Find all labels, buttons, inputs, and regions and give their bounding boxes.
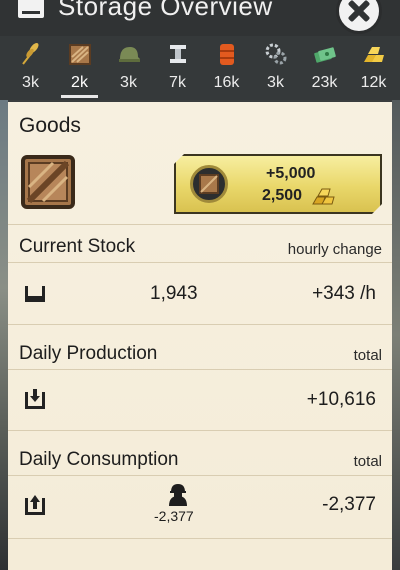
- wheat-icon: [21, 43, 38, 65]
- iron-beam-icon: [169, 45, 186, 63]
- soldier-icon: [169, 484, 187, 506]
- daily-production-title: Daily Production: [19, 343, 158, 364]
- tab-fuel-value: 16k: [213, 74, 240, 91]
- tab-money-value: 23k: [311, 74, 338, 91]
- current-stock-title: Current Stock: [19, 236, 136, 257]
- goods-title: Goods: [19, 114, 81, 137]
- helmet-icon: [118, 47, 140, 62]
- consumption-total-value: -2,377: [322, 494, 376, 515]
- storage-icon: [25, 286, 45, 302]
- close-button[interactable]: [336, 0, 382, 34]
- hourly-change-label: hourly change: [287, 241, 382, 258]
- background-left: [0, 100, 8, 570]
- background-right: [392, 100, 400, 570]
- consumption-icon: [25, 495, 45, 515]
- consumption-total-label: total: [353, 453, 382, 470]
- production-icon: [25, 389, 45, 409]
- tab-goods-value: 2k: [71, 74, 88, 91]
- crate-icon: [21, 155, 75, 209]
- hourly-change-value: +343 /h: [312, 283, 376, 304]
- tab-parts-value: 3k: [267, 74, 284, 91]
- divider: [8, 475, 392, 476]
- tab-gold-value: 12k: [360, 74, 387, 91]
- buy-cost: 2,500: [262, 187, 303, 204]
- tab-iron[interactable]: 7k: [153, 36, 202, 100]
- gold-bars-icon: [363, 47, 384, 62]
- window-title: Storage Overview: [58, 0, 273, 21]
- divider: [8, 538, 392, 539]
- divider: [8, 224, 392, 225]
- divider: [8, 369, 392, 370]
- buy-goods-button[interactable]: +5,000 2,500: [174, 154, 382, 214]
- tab-iron-value: 7k: [169, 74, 186, 91]
- production-total-value: +10,616: [306, 389, 376, 410]
- current-stock-value: 1,943: [150, 283, 198, 304]
- tab-helmet-value: 3k: [120, 74, 137, 91]
- gold-bars-icon: [312, 186, 342, 206]
- goods-coin-icon: [190, 165, 228, 203]
- daily-consumption-title: Daily Consumption: [19, 449, 179, 470]
- divider: [8, 430, 392, 431]
- tab-goods[interactable]: 2k: [55, 36, 104, 100]
- buy-amount: +5,000: [266, 165, 316, 182]
- soldier-consumption-value: -2,377: [154, 508, 194, 524]
- tab-helmet[interactable]: 3k: [104, 36, 153, 100]
- divider: [8, 324, 392, 325]
- goods-panel: Goods +5,000 2,500 Current Stock hourly …: [8, 102, 392, 570]
- cash-icon: [313, 47, 336, 63]
- production-total-label: total: [353, 347, 382, 364]
- window-header: Storage Overview: [0, 0, 400, 36]
- tab-gold[interactable]: 12k: [349, 36, 398, 100]
- tab-wheat[interactable]: 3k: [6, 36, 55, 100]
- tab-money[interactable]: 23k: [300, 36, 349, 100]
- barrel-icon: [219, 44, 234, 65]
- resource-tabs: 3k 2k 3k 7k 16k 3k 23k 12k: [0, 36, 400, 100]
- tab-fuel[interactable]: 16k: [202, 36, 251, 100]
- tab-parts[interactable]: 3k: [251, 36, 300, 100]
- window-icon: [18, 0, 44, 18]
- crate-icon: [68, 44, 91, 65]
- tab-wheat-value: 3k: [22, 74, 39, 91]
- gear-icon: [265, 43, 286, 65]
- divider: [8, 262, 392, 263]
